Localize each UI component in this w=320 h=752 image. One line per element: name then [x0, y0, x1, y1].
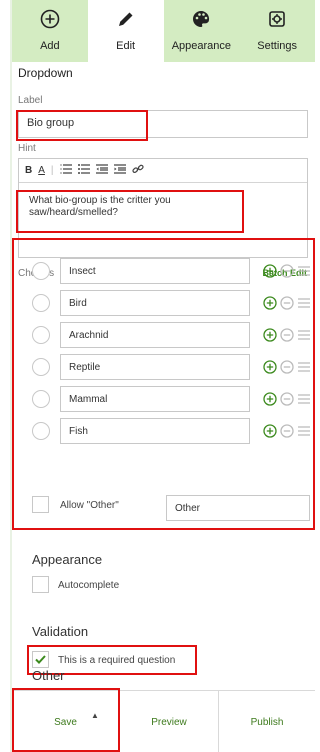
palette-icon — [164, 9, 240, 31]
save-options-icon[interactable]: ▲ — [91, 711, 99, 720]
preview-button[interactable]: Preview — [120, 691, 219, 752]
save-button[interactable]: Save — [12, 691, 120, 752]
left-rule — [10, 0, 12, 752]
choice-input[interactable]: Insect — [60, 258, 250, 284]
choice-row: Insect — [18, 258, 310, 284]
choice-radio[interactable] — [32, 390, 50, 408]
remove-choice-icon[interactable] — [280, 424, 294, 438]
appearance-label: Appearance — [171, 40, 232, 52]
autocomplete-checkbox[interactable] — [32, 576, 49, 593]
choice-row: Fish — [18, 418, 310, 444]
choice-input[interactable]: Bird — [60, 290, 250, 316]
required-label: This is a required question — [58, 655, 176, 666]
choice-radio[interactable] — [32, 294, 50, 312]
choice-input[interactable]: Mammal — [60, 386, 250, 412]
hint-editor[interactable]: B A | What bio-group is the critter you … — [18, 158, 308, 258]
pencil-icon — [88, 9, 164, 31]
list-bullet-icon[interactable] — [77, 164, 90, 177]
add-choice-icon[interactable] — [263, 392, 277, 406]
top-toolbar: Add Edit Appearance Settings — [12, 0, 315, 62]
hint-text: What bio-group is the critter you saw/he… — [29, 195, 171, 218]
choice-actions — [263, 359, 313, 375]
add-choice-icon[interactable] — [263, 328, 277, 342]
label-field-title: Label — [18, 95, 43, 106]
choice-row: Mammal — [18, 386, 310, 412]
add-choice-icon[interactable] — [263, 424, 277, 438]
remove-choice-icon[interactable] — [280, 392, 294, 406]
text-color-button[interactable]: A — [38, 165, 45, 176]
required-checkbox[interactable] — [32, 651, 49, 668]
list-ordered-icon[interactable] — [60, 164, 72, 177]
settings-button[interactable]: Settings — [239, 0, 315, 62]
choice-row: Reptile — [18, 354, 310, 380]
settings-label: Settings — [257, 40, 297, 52]
appearance-button[interactable]: Appearance — [163, 0, 240, 62]
drag-handle-icon[interactable] — [297, 329, 311, 341]
section-title: Dropdown — [18, 66, 73, 80]
plus-circle-icon — [12, 9, 88, 31]
label-input[interactable]: Bio group — [18, 110, 308, 138]
footer-bar: Save Preview Publish — [12, 690, 315, 752]
choice-row: Arachnid — [18, 322, 310, 348]
remove-choice-icon[interactable] — [280, 360, 294, 374]
choice-actions — [263, 391, 313, 407]
choice-radio[interactable] — [32, 262, 50, 280]
editor-toolbar: B A | — [19, 159, 307, 183]
remove-choice-icon[interactable] — [280, 264, 294, 278]
publish-button[interactable]: Publish — [219, 691, 315, 752]
choice-radio[interactable] — [32, 358, 50, 376]
choice-input[interactable]: Reptile — [60, 354, 250, 380]
drag-handle-icon[interactable] — [297, 297, 311, 309]
other-heading: Other — [32, 668, 65, 683]
choice-radio[interactable] — [32, 422, 50, 440]
drag-handle-icon[interactable] — [297, 425, 311, 437]
drag-handle-icon[interactable] — [297, 361, 311, 373]
choice-actions — [263, 263, 313, 279]
validation-heading: Validation — [32, 624, 89, 639]
drag-handle-icon[interactable] — [297, 265, 311, 277]
add-label: Add — [40, 40, 60, 52]
choice-input[interactable]: Fish — [60, 418, 250, 444]
allow-other-label: Allow "Other" — [60, 500, 119, 511]
autocomplete-label: Autocomplete — [58, 580, 120, 591]
remove-choice-icon[interactable] — [280, 328, 294, 342]
edit-button[interactable]: Edit — [87, 0, 164, 62]
choice-actions — [263, 327, 313, 343]
add-choice-icon[interactable] — [263, 360, 277, 374]
allow-other-checkbox[interactable] — [32, 496, 49, 513]
choice-actions — [263, 423, 313, 439]
choice-radio[interactable] — [32, 326, 50, 344]
edit-label: Edit — [116, 40, 136, 52]
outdent-icon[interactable] — [95, 164, 108, 177]
divider: | — [50, 165, 54, 176]
checkmark-icon — [35, 655, 46, 664]
remove-choice-icon[interactable] — [280, 296, 294, 310]
choice-row: Bird — [18, 290, 310, 316]
choice-actions — [263, 295, 313, 311]
drag-handle-icon[interactable] — [297, 393, 311, 405]
indent-icon[interactable] — [113, 164, 126, 177]
link-icon[interactable] — [131, 164, 144, 177]
add-button[interactable]: Add — [12, 0, 88, 62]
add-choice-icon[interactable] — [263, 296, 277, 310]
choice-input[interactable]: Arachnid — [60, 322, 250, 348]
bold-button[interactable]: B — [25, 165, 32, 176]
other-input[interactable]: Other — [166, 495, 310, 521]
hint-field-title: Hint — [18, 143, 36, 154]
appearance-heading: Appearance — [32, 552, 103, 567]
add-choice-icon[interactable] — [263, 264, 277, 278]
settings-gear-icon — [239, 9, 315, 31]
